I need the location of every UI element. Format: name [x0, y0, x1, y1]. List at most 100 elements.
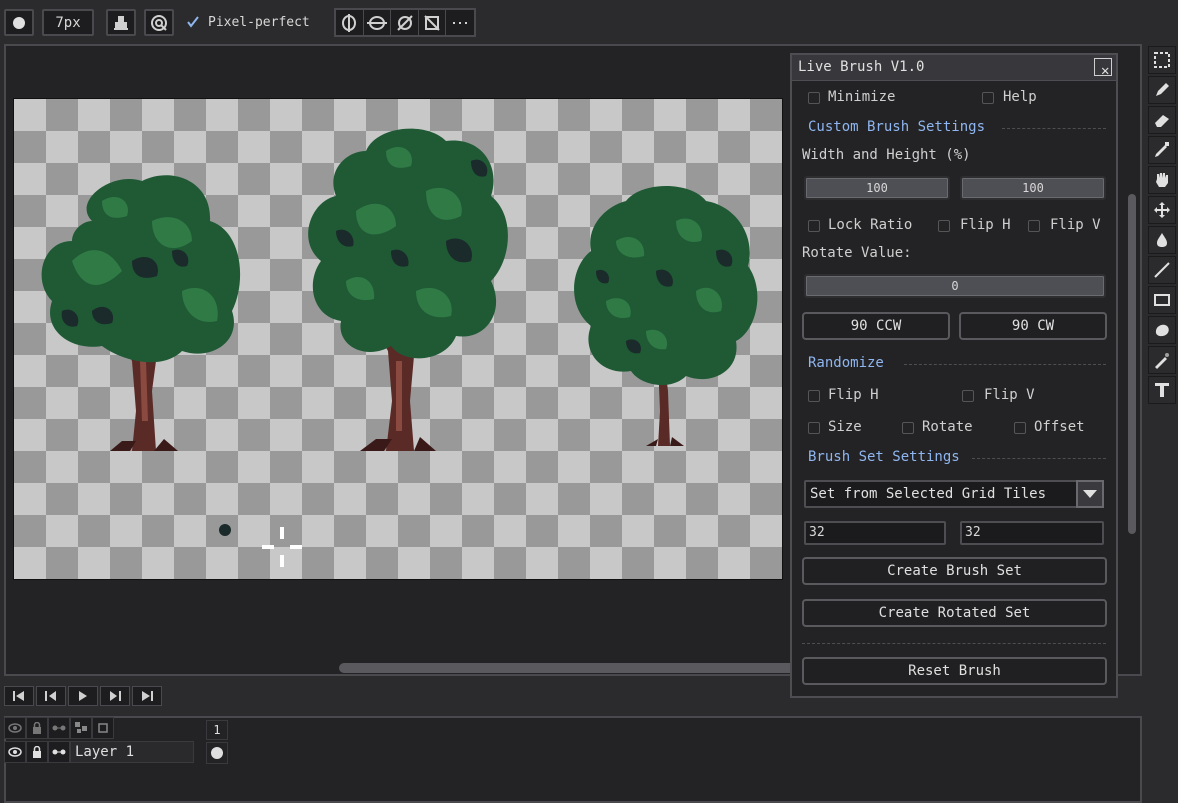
new-layer-header-icon[interactable] — [92, 717, 114, 739]
next-frame-button[interactable] — [100, 686, 130, 706]
previous-frame-button[interactable] — [36, 686, 66, 706]
pixel-perfect-label: Pixel-perfect — [208, 15, 310, 30]
random-flip-h-checkbox[interactable] — [808, 390, 820, 402]
eraser-tool[interactable] — [1148, 106, 1176, 134]
randomize-section-title: Randomize — [808, 355, 884, 371]
more-options-button[interactable] — [446, 10, 474, 35]
layer-name[interactable]: Layer 1 — [70, 741, 194, 763]
tree-sprite-1 — [41, 175, 241, 451]
layers-header-row — [4, 717, 114, 739]
create-rotated-set-button[interactable]: Create Rotated Set — [802, 599, 1107, 627]
symmetry-group — [334, 8, 476, 37]
rotate-value-label: Rotate Value: — [802, 245, 912, 261]
horizontal-symmetry-button[interactable] — [364, 10, 392, 35]
canvas[interactable] — [13, 98, 783, 580]
brush-shape-button[interactable] — [4, 9, 34, 36]
eyedropper-icon — [1155, 142, 1169, 157]
visibility-eye-icon[interactable] — [4, 741, 26, 763]
rotate-90-cw-button[interactable]: 90 CW — [959, 312, 1107, 340]
panel-titlebar[interactable]: Live Brush V1.0 ✕ — [792, 55, 1116, 81]
layer-group-header-icon[interactable] — [70, 717, 92, 739]
chevron-down-icon — [1083, 490, 1097, 498]
contour-tool[interactable] — [1148, 316, 1176, 344]
cel-indicator[interactable] — [206, 742, 228, 764]
section-divider — [904, 364, 1106, 365]
custom-brush-section-title: Custom Brush Settings — [808, 119, 986, 135]
height-percent-spinbox[interactable]: 100 — [960, 176, 1106, 200]
marquee-tool[interactable] — [1148, 46, 1176, 74]
move-arrows-icon — [1154, 202, 1170, 218]
grid-width-field[interactable]: 32 — [804, 521, 946, 545]
help-label: Help — [1003, 89, 1037, 105]
vertical-symmetry-icon — [342, 13, 357, 32]
dynamics-icon — [151, 14, 167, 31]
section-divider — [802, 643, 1106, 644]
rotate-90-ccw-button[interactable]: 90 CCW — [802, 312, 950, 340]
dropdown-arrow-button[interactable] — [1076, 480, 1104, 508]
step-forward-icon — [110, 691, 121, 701]
step-back-icon — [45, 691, 56, 701]
close-button[interactable]: ✕ — [1094, 58, 1112, 79]
pencil-tool[interactable] — [1148, 76, 1176, 104]
live-brush-panel: Live Brush V1.0 ✕ Minimize Help Custom B… — [790, 53, 1118, 698]
brush-set-mode-dropdown[interactable]: Set from Selected Grid Tiles — [804, 480, 1104, 508]
line-tool[interactable] — [1148, 256, 1176, 284]
toolbar: 7px Pixel-perfect — [0, 0, 1178, 44]
horizontal-scrollbar[interactable] — [339, 663, 799, 673]
hand-icon — [1156, 173, 1168, 187]
reset-brush-button[interactable]: Reset Brush — [802, 657, 1107, 685]
marquee-icon — [1154, 52, 1170, 68]
tool-palette — [1146, 44, 1178, 414]
flip-h-checkbox[interactable] — [938, 220, 950, 232]
lock-ratio-checkbox[interactable] — [808, 220, 820, 232]
brush-set-section-title: Brush Set Settings — [808, 449, 960, 465]
rotate-value-spinbox[interactable]: 0 — [804, 274, 1106, 298]
circle-brush-icon — [13, 16, 25, 29]
diagonal-symmetry-icon — [396, 14, 413, 31]
vertical-symmetry-button[interactable] — [336, 10, 364, 35]
lock-icon[interactable] — [26, 741, 48, 763]
first-frame-button[interactable] — [4, 686, 34, 706]
random-size-checkbox[interactable] — [808, 422, 820, 434]
crosshair-cursor-icon — [262, 527, 302, 567]
random-size-label: Size — [828, 419, 862, 435]
continuous-header-icon[interactable] — [48, 717, 70, 739]
help-checkbox[interactable] — [982, 92, 994, 104]
ink-button[interactable] — [106, 9, 136, 36]
text-tool[interactable] — [1148, 376, 1176, 404]
continuous-link-icon[interactable] — [48, 741, 70, 763]
vertical-scrollbar[interactable] — [1128, 194, 1136, 534]
flip-v-checkbox[interactable] — [1028, 220, 1040, 232]
layer-row[interactable]: Layer 1 — [4, 741, 194, 763]
eye-header-icon[interactable] — [4, 717, 26, 739]
random-offset-checkbox[interactable] — [1014, 422, 1026, 434]
eyedropper-tool[interactable] — [1148, 136, 1176, 164]
grid-height-field[interactable]: 32 — [960, 521, 1104, 545]
diagonal-symmetry-button[interactable] — [391, 10, 419, 35]
dynamics-button[interactable] — [144, 9, 174, 36]
minimize-checkbox[interactable] — [808, 92, 820, 104]
antidiagonal-symmetry-button[interactable] — [419, 10, 447, 35]
rectangle-tool[interactable] — [1148, 286, 1176, 314]
paint-drop-icon — [1157, 233, 1167, 247]
rectangle-icon — [1154, 294, 1170, 306]
width-height-label: Width and Height (%) — [802, 147, 971, 163]
create-brush-set-button[interactable]: Create Brush Set — [802, 557, 1107, 585]
play-button[interactable] — [68, 686, 98, 706]
play-icon — [79, 691, 87, 701]
fill-tool[interactable] — [1148, 226, 1176, 254]
frame-number[interactable]: 1 — [206, 720, 228, 740]
hand-tool[interactable] — [1148, 166, 1176, 194]
brush-size-field[interactable]: 7px — [42, 9, 94, 36]
pixel-perfect-checkbox[interactable] — [186, 15, 200, 29]
last-frame-button[interactable] — [132, 686, 162, 706]
blur-tool[interactable] — [1148, 346, 1176, 374]
random-flip-h-label: Flip H — [828, 387, 879, 403]
eraser-icon — [1155, 115, 1169, 127]
lock-header-icon[interactable] — [26, 717, 48, 739]
random-rotate-checkbox[interactable] — [902, 422, 914, 434]
timeline-controls — [4, 686, 162, 708]
width-percent-spinbox[interactable]: 100 — [804, 176, 950, 200]
move-tool[interactable] — [1148, 196, 1176, 224]
random-flip-v-checkbox[interactable] — [962, 390, 974, 402]
